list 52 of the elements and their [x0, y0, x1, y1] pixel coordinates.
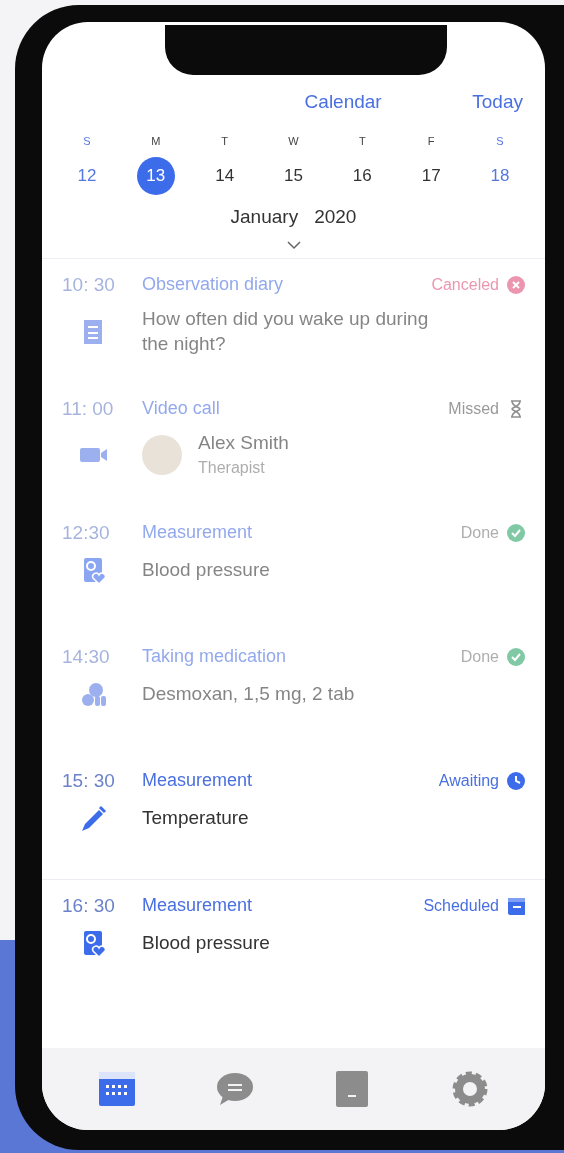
screen-title: Calendar [304, 90, 382, 114]
day-button[interactable]: 18 [480, 157, 519, 195]
day-button[interactable]: 13 [136, 157, 175, 195]
year-label: 2020 [314, 205, 357, 229]
event-detail: How often did you wake up during the night? [142, 307, 430, 356]
event-title: Video call [142, 397, 221, 421]
event-title: Measurement [142, 894, 254, 918]
clock-icon [507, 771, 525, 790]
close-circle-icon [507, 275, 525, 294]
weekday-label: M [151, 133, 161, 149]
chevron-down-icon[interactable] [285, 239, 302, 250]
weekday-label: S [83, 133, 91, 149]
day-button[interactable]: 14 [205, 157, 244, 195]
avatar [142, 435, 182, 476]
weekday-label: S [496, 133, 504, 149]
event-detail: Desmoxan, 1,5 mg, 2 tab [142, 681, 355, 706]
calendar-icon [96, 1069, 137, 1109]
tab-button[interactable] [96, 1069, 137, 1109]
day-button[interactable]: 16 [343, 157, 382, 195]
weekday-label: T [221, 133, 228, 149]
event-time: 16: 30 [62, 893, 116, 918]
today-button[interactable]: Today [472, 88, 523, 117]
event-title: Observation diary [142, 273, 285, 297]
event-status: Scheduled [423, 895, 499, 916]
event-time: 15: 30 [62, 768, 116, 793]
day-button[interactable]: 12 [68, 157, 106, 195]
weekday-label: F [427, 133, 435, 149]
event-time: 11: 00 [62, 396, 115, 421]
weekday-label: W [288, 133, 299, 149]
event-title: Taking medication [142, 645, 288, 669]
weekday-label: T [358, 133, 366, 149]
person-role: Therapist [198, 457, 266, 478]
event-time: 12:30 [62, 520, 111, 545]
event-time: 10: 30 [62, 272, 116, 297]
event-status: Canceled [431, 274, 499, 295]
calendar-icon [507, 896, 525, 915]
event-status: Missed [448, 398, 499, 419]
event-status: Done [460, 522, 499, 543]
event-time: 14:30 [62, 644, 111, 669]
event-title: Measurement [142, 769, 254, 793]
day-button[interactable]: 17 [412, 157, 451, 195]
person-name: Alex Smith [198, 431, 289, 455]
check-circle-icon [507, 523, 525, 542]
check-circle-icon [507, 647, 525, 666]
month-label: January [230, 205, 299, 229]
event-title: Measurement [142, 521, 254, 545]
event-detail: Temperature [142, 805, 249, 830]
event-detail: Blood pressure [142, 930, 270, 955]
day-button[interactable]: 15 [274, 157, 313, 195]
event-status: Awaiting [438, 770, 499, 791]
event-status: Done [460, 646, 499, 667]
event-detail: Blood pressure [142, 557, 270, 582]
